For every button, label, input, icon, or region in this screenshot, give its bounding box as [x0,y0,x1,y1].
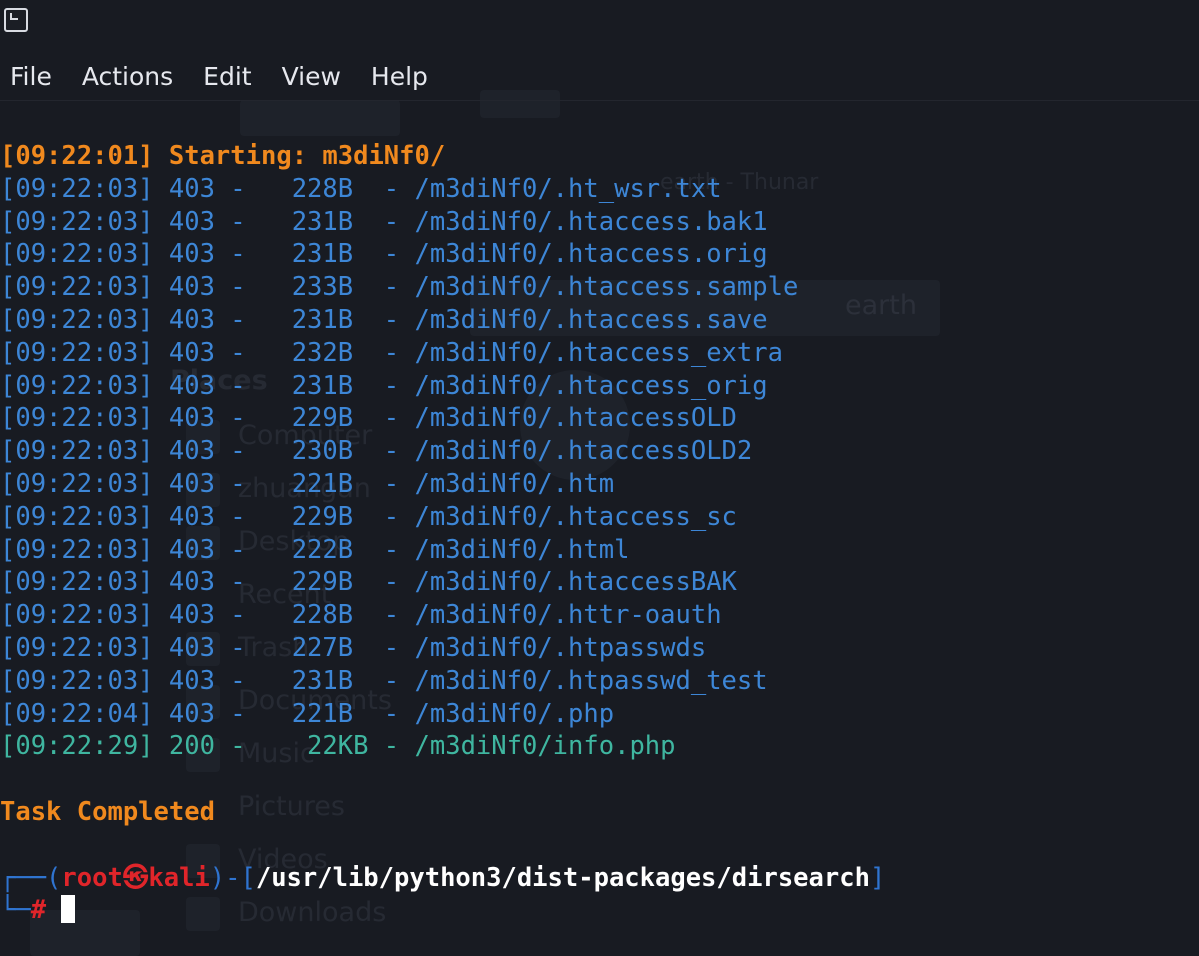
log-entry: [09:22:03] 403 - 221B - /m3diNf0/.htm [0,468,615,499]
prompt-line-1: ┌──(root㉿kali)-[/usr/lib/python3/dist-pa… [0,862,1199,895]
log-entry: [09:22:03] 403 - 231B - /m3diNf0/.htacce… [0,239,768,270]
prompt-frame-lead: └─ [0,895,31,926]
log-entry: [09:22:03] 403 - 231B - /m3diNf0/.htacce… [0,304,768,335]
log-entry: [09:22:03] 403 - 228B - /m3diNf0/.ht_wsr… [0,173,722,204]
prompt-frame-close: ] [869,862,886,893]
log-entry: [09:22:03] 403 - 229B - /m3diNf0/.htacce… [0,501,737,532]
menu-edit[interactable]: Edit [188,62,266,91]
log-entry: [09:22:03] 403 - 222B - /m3diNf0/.html [0,534,630,565]
log-entry: [09:22:03] 403 - 231B - /m3diNf0/.htpass… [0,665,768,696]
log-entry: [09:22:03] 403 - 233B - /m3diNf0/.htacce… [0,272,799,303]
prompt-host: kali [148,862,210,893]
terminal-output[interactable]: [09:22:01] Starting: m3diNf0/ [09:22:03]… [0,140,1199,956]
log-entry: [09:22:03] 403 - 231B - /m3diNf0/.htacce… [0,370,768,401]
menu-file[interactable]: File [0,62,67,91]
task-completed-line: Task Completed [0,796,215,827]
title-bar [0,0,1199,44]
prompt-frame-open: ┌──( [0,862,62,893]
log-entry: [09:22:03] 403 - 232B - /m3diNf0/.htacce… [0,337,783,368]
text-cursor [61,895,76,924]
prompt-line-2[interactable]: └─# [0,894,1199,927]
prompt-frame-mid: )-[ [209,862,256,893]
log-entry: [09:22:03] 403 - 229B - /m3diNf0/.htacce… [0,567,737,598]
log-success-line: [09:22:29] 200 - 22KB - /m3diNf0/info.ph… [0,731,676,762]
log-entry: [09:22:03] 403 - 228B - /m3diNf0/.httr-o… [0,600,722,631]
prompt-symbol: # [30,895,47,926]
log-start-line: [09:22:01] Starting: m3diNf0/ [0,141,446,171]
menu-bar: File Actions Edit View Help [0,52,1199,101]
log-entry: [09:22:03] 403 - 227B - /m3diNf0/.htpass… [0,632,707,663]
prompt-path: /usr/lib/python3/dist-packages/dirsearch [255,862,870,893]
menu-actions[interactable]: Actions [67,62,188,91]
menu-view[interactable]: View [267,62,356,91]
log-entry: [09:22:04] 403 - 221B - /m3diNf0/.php [0,698,615,729]
log-entry: [09:22:03] 403 - 229B - /m3diNf0/.htacce… [0,403,737,434]
terminal-window: earth - Thunar earth Places Computer zhu… [0,0,1199,956]
log-entry: [09:22:03] 403 - 230B - /m3diNf0/.htacce… [0,436,753,467]
log-entry: [09:22:03] 403 - 231B - /m3diNf0/.htacce… [0,206,768,237]
prompt-at-symbol: ㉿ [122,862,149,893]
terminal-icon [4,8,28,32]
prompt-user: root [61,862,123,893]
menu-help[interactable]: Help [356,62,443,91]
